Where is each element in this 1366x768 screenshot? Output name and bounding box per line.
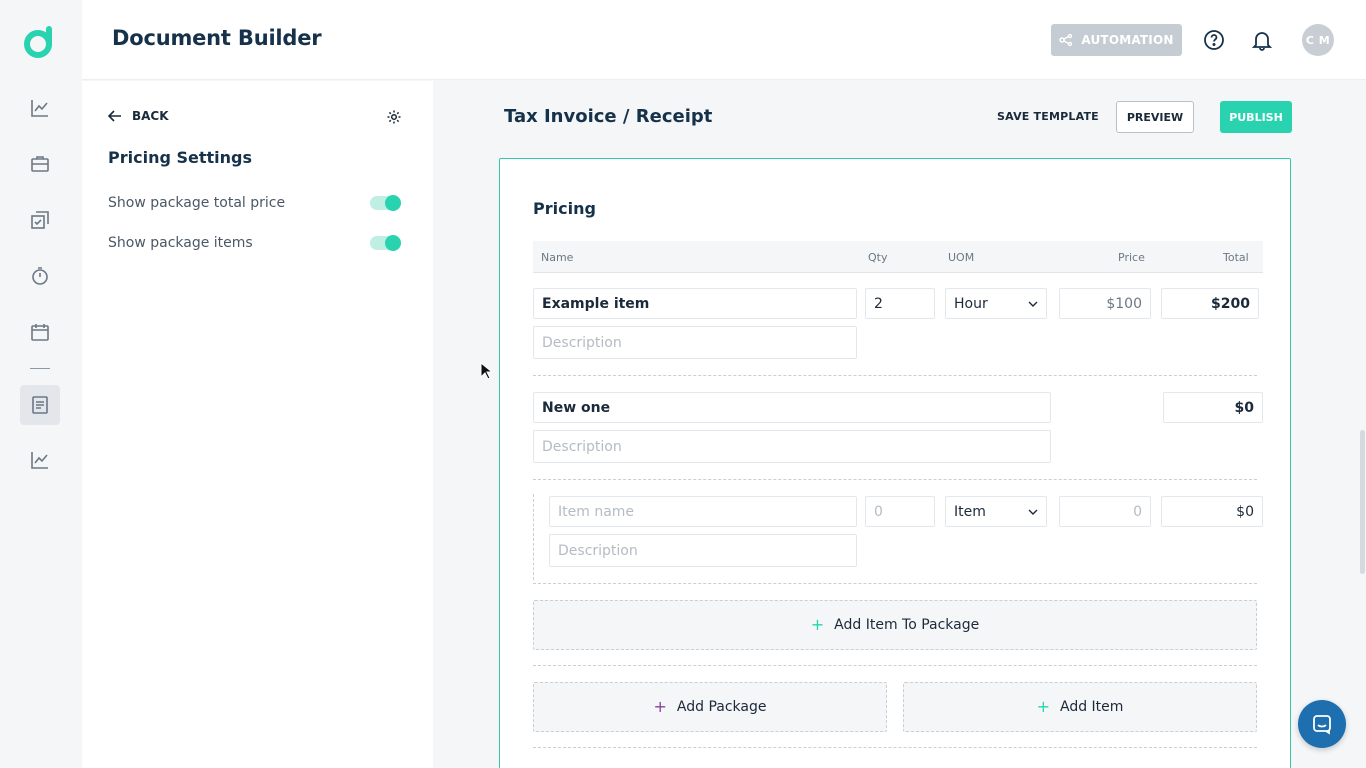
plus-icon: + [1036,697,1050,716]
back-button[interactable]: BACK [108,109,169,123]
qty-input[interactable]: 2 [865,288,935,319]
notification-bell-icon[interactable] [1250,28,1274,52]
row-total: $200 [1161,288,1259,319]
gear-icon[interactable] [386,109,402,125]
uom-value: Hour [954,295,988,312]
add-item-label: Add Item [1059,699,1124,715]
setting-label: Show package total price [108,195,286,211]
help-icon[interactable] [1202,28,1226,52]
package-item-name-input[interactable]: Item name [549,496,857,527]
row-divider [533,583,1257,584]
description-input[interactable]: Description [533,326,857,359]
plus-icon: + [653,697,667,716]
panel-title: Pricing Settings [108,148,253,167]
app-logo-icon[interactable] [24,24,56,58]
col-total: Total [1223,251,1249,264]
pricing-block[interactable]: Pricing Name Qty UOM Price Total Example… [499,158,1291,768]
add-item-button[interactable]: + Add Item [903,682,1257,732]
col-qty: Qty [868,251,888,264]
nav-stopwatch-icon[interactable] [20,256,60,296]
show-package-total-price-toggle[interactable] [370,195,401,211]
row-divider [533,479,1257,480]
row-divider [533,747,1257,748]
document-title: Tax Invoice / Receipt [504,106,713,127]
add-package-button[interactable]: + Add Package [533,682,887,732]
setting-label: Show package items [108,235,253,251]
package-item-description-input[interactable]: Description [549,534,857,567]
package-item-uom-select[interactable]: Item [945,496,1047,527]
setting-show-package-total-price: Show package total price [108,193,401,213]
nav-briefcase-icon[interactable] [20,144,60,184]
nav-checklist-icon[interactable] [20,200,60,240]
automation-icon [1059,34,1073,46]
uom-select[interactable]: Hour [945,288,1047,319]
save-template-button[interactable]: SAVE TEMPLATE [997,110,1099,123]
chevron-down-icon [1028,509,1038,515]
pricing-section-title: Pricing [533,199,596,218]
automation-button[interactable]: AUTOMATION [1051,24,1182,56]
nav-reports-icon[interactable] [20,440,60,480]
user-avatar[interactable]: C M [1302,24,1334,56]
page-scrollbar[interactable] [1360,430,1365,574]
uom-value: Item [954,503,986,520]
nav-calendar-icon[interactable] [20,312,60,352]
package-item-price-input[interactable]: 0 [1059,496,1151,527]
chat-support-button[interactable] [1298,700,1346,748]
back-label: BACK [132,109,169,123]
nav-analytics-icon[interactable] [20,88,60,128]
col-price: Price [1118,251,1145,264]
pricing-settings-panel: BACK Pricing Settings Show package total… [82,81,433,768]
package-name-input[interactable]: New one [533,392,1051,423]
add-item-to-package-button[interactable]: + Add Item To Package [533,600,1257,650]
package-description-input[interactable]: Description [533,430,1051,463]
nav-separator [30,368,50,369]
package-item-total: $0 [1161,496,1263,527]
nav-documents-icon[interactable] [20,385,60,425]
top-header: Document Builder AUTOMATION C M [82,0,1366,80]
left-nav-rail [0,0,82,768]
show-package-items-toggle[interactable] [370,235,401,251]
package-item-bracket [533,494,534,580]
pricing-table-header: Name Qty UOM Price Total [533,241,1263,273]
row-divider [533,375,1257,376]
arrow-left-icon [108,110,121,122]
add-item-to-package-label: Add Item To Package [834,617,980,633]
preview-button[interactable]: PREVIEW [1116,101,1194,133]
setting-show-package-items: Show package items [108,233,401,253]
publish-button[interactable]: PUBLISH [1220,101,1292,133]
col-name: Name [541,251,574,264]
mouse-cursor-icon [480,362,492,380]
item-name-input[interactable]: Example item [533,288,857,319]
price-input[interactable]: $100 [1059,288,1151,319]
automation-label: AUTOMATION [1081,33,1174,47]
chat-icon [1313,715,1331,735]
document-canvas: Tax Invoice / Receipt SAVE TEMPLATE PREV… [433,81,1366,768]
plus-icon: + [810,615,825,634]
row-divider [533,665,1257,666]
page-title: Document Builder [112,26,322,50]
col-uom: UOM [948,251,975,264]
add-package-label: Add Package [676,699,767,715]
package-item-qty-input[interactable]: 0 [865,496,935,527]
chevron-down-icon [1028,301,1038,307]
package-total: $0 [1163,392,1263,423]
